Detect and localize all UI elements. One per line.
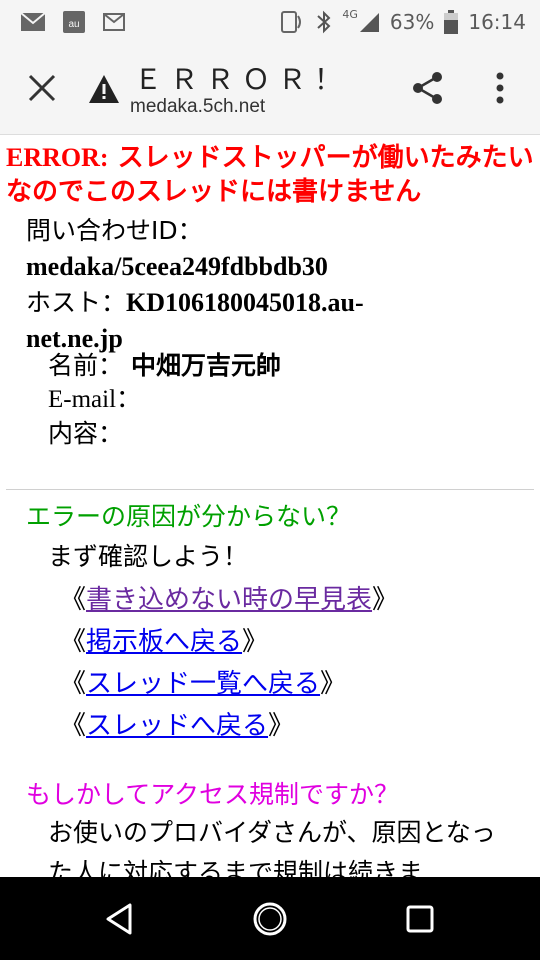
bracket-close: 》 <box>320 669 347 699</box>
clock: 16:14 <box>468 10 526 34</box>
check-text: まず確認しよう！ <box>48 542 249 571</box>
inquiry-id: medaka/5ceea249fdbbdb30 <box>26 252 328 281</box>
navigation-bar <box>0 877 540 960</box>
more-options-icon[interactable] <box>488 68 512 108</box>
bracket-open: 《 <box>60 585 87 615</box>
link-back-to-board[interactable]: 掲示板へ戻る <box>86 627 242 657</box>
bracket-open: 《 <box>60 711 87 741</box>
bracket-close: 》 <box>242 627 269 657</box>
close-icon[interactable] <box>22 68 62 108</box>
gmail-icon <box>20 12 46 31</box>
home-icon[interactable] <box>250 899 290 939</box>
host-label: ホスト： <box>26 288 127 317</box>
help-question: エラーの原因が分からない？ <box>26 502 352 531</box>
recents-icon[interactable] <box>400 899 440 939</box>
link-quick-guide[interactable]: 書き込めない時の早見表 <box>86 585 372 615</box>
back-icon[interactable] <box>100 899 140 939</box>
email-row: E-mail： <box>48 383 141 417</box>
bluetooth-icon <box>317 10 331 34</box>
link-row-thread: 《スレッドへ戻る》 <box>60 705 294 742</box>
page-url[interactable]: medaka.5ch.net <box>130 96 265 118</box>
name-label: 名前： <box>48 351 124 380</box>
battery-icon <box>444 10 459 34</box>
link-row-thread-list: 《スレッド一覧へ戻る》 <box>60 663 346 700</box>
email-label: E-mail： <box>48 386 142 413</box>
content-label: 内容： <box>48 419 124 448</box>
link-back-to-thread-list[interactable]: スレッド一覧へ戻る <box>86 669 320 699</box>
bracket-close: 》 <box>268 711 295 741</box>
link-row-board: 《掲示板へ戻る》 <box>60 621 268 658</box>
content-row: 内容： <box>48 417 123 451</box>
au-icon: au <box>63 11 85 33</box>
link-row-quick-guide: 《書き込めない時の早見表》 <box>60 579 398 616</box>
host-value: KD106180045018.au- <box>126 288 364 317</box>
name-row: 名前： 中畑万吉元帥 <box>48 349 281 383</box>
share-icon[interactable] <box>410 70 446 106</box>
divider <box>6 489 534 490</box>
page-title: ＥＲＲＯＲ！ <box>134 64 351 95</box>
mail-icon <box>103 13 125 31</box>
warning-icon <box>89 75 119 103</box>
browser-toolbar: ＥＲＲＯＲ！ medaka.5ch.net <box>0 44 540 135</box>
bracket-open: 《 <box>60 627 87 657</box>
name-value: 中畑万吉元帥 <box>130 351 281 380</box>
regulation-question: もしかしてアクセス規制ですか？ <box>26 780 400 809</box>
bracket-open: 《 <box>60 669 87 699</box>
network-type: 4G <box>342 7 358 21</box>
page-content: ERROR: スレッドストッパーが働いたみたいなのでこのスレッドには書けません … <box>0 135 540 877</box>
status-bar: au 4G 63% 16:14 <box>0 0 540 44</box>
link-back-to-thread[interactable]: スレッドへ戻る <box>86 711 268 741</box>
battery-percent: 63% <box>389 10 435 34</box>
post-info: 問い合わせID： medaka/5ceea249fdbbdb30 ホスト：KD1… <box>26 213 364 357</box>
bracket-close: 》 <box>372 585 399 615</box>
error-prefix: ERROR: <box>6 143 109 172</box>
regulation-text: お使いのプロバイダさんが、原因となった人に対応するまで規制は続きま <box>48 818 496 877</box>
nfc-icon <box>281 11 302 33</box>
signal-icon <box>359 13 379 32</box>
inquiry-label: 問い合わせID： <box>26 216 203 245</box>
error-message: ERROR: スレッドストッパーが働いたみたいなのでこのスレッドには書けません <box>6 141 534 209</box>
svg-text:au: au <box>68 19 79 30</box>
